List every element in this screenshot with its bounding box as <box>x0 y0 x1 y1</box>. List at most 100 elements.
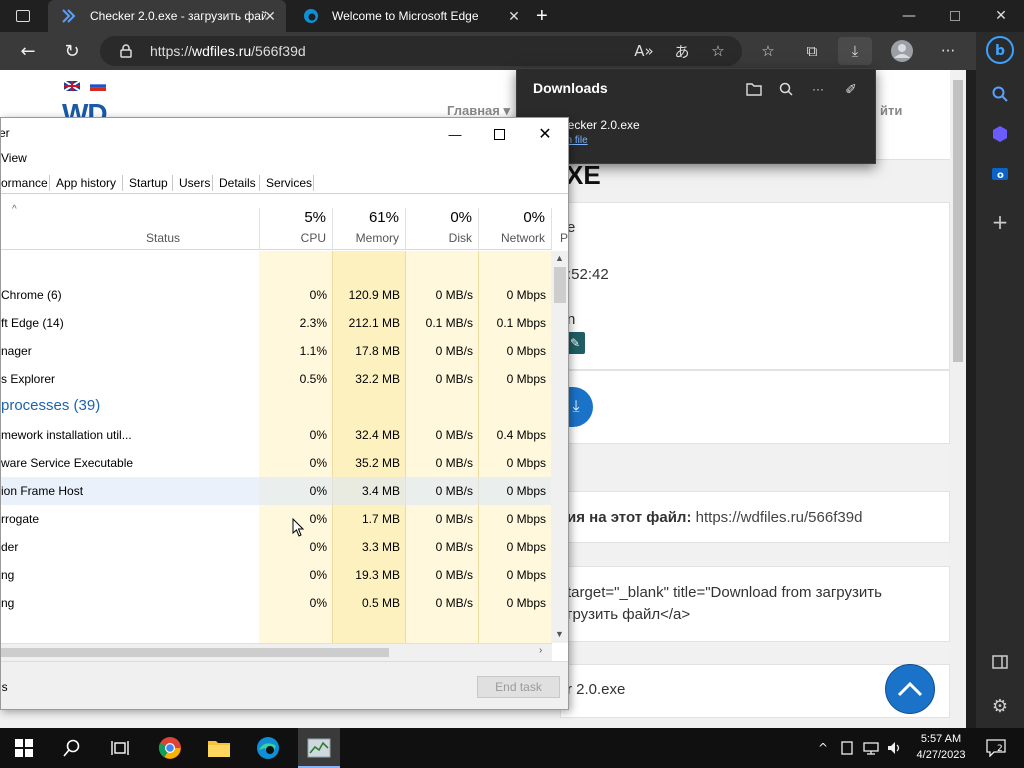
task-view-button[interactable] <box>100 732 140 764</box>
shopping-icon[interactable] <box>986 120 1014 148</box>
memory-percent[interactable]: 61% <box>334 209 399 226</box>
scroll-down-icon[interactable]: ▼ <box>555 629 564 639</box>
tablet-icon[interactable] <box>838 738 856 758</box>
end-task-button[interactable]: End task <box>477 676 560 698</box>
download-file-name[interactable]: hecker 2.0.exe <box>561 118 640 132</box>
search-icon[interactable] <box>986 80 1014 108</box>
scroll-to-top-button[interactable] <box>885 664 935 714</box>
gear-icon[interactable]: ⚙ <box>986 692 1014 720</box>
table-row[interactable] <box>1 253 551 281</box>
file-link-url[interactable]: https://wdfiles.ru/566f39d <box>696 509 863 526</box>
tab-app-history[interactable]: App history <box>56 176 116 190</box>
table-row[interactable]: ware Service Executable 0% 35.2 MB 0 MB/s 0 … <box>1 449 551 477</box>
start-button[interactable] <box>4 732 44 764</box>
tab-close-icon[interactable]: ✕ <box>262 8 278 24</box>
table-row[interactable]: s Explorer 0.5% 32.2 MB 0 MB/s 0 Mbps <box>1 365 551 393</box>
process-name: ng <box>1 568 15 582</box>
column-network[interactable]: Network <box>480 231 545 245</box>
table-row[interactable]: Chrome (6) 0% 120.9 MB 0 MB/s 0 Mbps <box>1 281 551 309</box>
edge-taskbar-button[interactable] <box>248 732 288 764</box>
close-button[interactable]: ✕ <box>535 124 555 144</box>
page-scrollbar[interactable] <box>950 80 966 728</box>
table-row[interactable]: nager 1.1% 17.8 MB 0 MB/s 0 Mbps <box>1 337 551 365</box>
sort-up-icon[interactable]: ^ <box>12 204 17 215</box>
pin-icon[interactable]: ✐ <box>839 77 863 101</box>
clock-time[interactable]: 5:57 AM <box>910 733 972 745</box>
translate-icon[interactable]: あ <box>668 37 696 65</box>
ru-flag-icon[interactable] <box>90 81 106 91</box>
network-percent[interactable]: 0% <box>480 209 545 226</box>
chrome-taskbar-button[interactable] <box>150 732 190 764</box>
scroll-up-icon[interactable]: ▲ <box>555 253 564 263</box>
column-memory[interactable]: Memory <box>334 231 399 245</box>
page-scroll-thumb[interactable] <box>953 80 963 362</box>
minimize-button[interactable]: — <box>886 0 932 32</box>
downloads-button[interactable]: ⤓ <box>838 37 872 65</box>
outlook-icon[interactable]: o <box>986 160 1014 188</box>
tab-startup[interactable]: Startup <box>129 176 168 190</box>
hscroll-thumb[interactable] <box>1 648 389 657</box>
chevron-up-icon[interactable]: ^ <box>814 738 832 758</box>
table-row[interactable]: ng 0% 0.5 MB 0 MB/s 0 Mbps <box>1 589 551 617</box>
process-list-scrollbar[interactable]: ▲ ▼ <box>551 251 568 643</box>
sidebar-toggle-icon[interactable] <box>986 648 1014 676</box>
tab-users[interactable]: Users <box>179 176 210 190</box>
settings-more-icon[interactable]: ··· <box>934 37 962 65</box>
tab-close-icon[interactable]: ✕ <box>506 8 522 24</box>
back-button[interactable]: ← <box>13 37 43 65</box>
tab-edge-welcome[interactable]: Welcome to Microsoft Edge ✕ <box>290 0 530 32</box>
add-favorite-icon[interactable]: ☆ <box>704 37 732 65</box>
column-cpu[interactable]: CPU <box>261 231 326 245</box>
restore-button[interactable] <box>932 0 978 32</box>
volume-icon[interactable] <box>886 738 904 758</box>
table-row[interactable]: rrogate 0% 1.7 MB 0 MB/s 0 Mbps <box>1 505 551 533</box>
table-row[interactable]: ion Frame Host 0% 3.4 MB 0 MB/s 0 Mbps <box>1 477 551 505</box>
column-power[interactable]: P <box>560 231 568 245</box>
table-row[interactable]: der 0% 3.3 MB 0 MB/s 0 Mbps <box>1 533 551 561</box>
bing-chat-icon[interactable]: b <box>986 36 1014 64</box>
new-tab-button[interactable]: + <box>532 0 556 32</box>
close-window-button[interactable]: ✕ <box>978 0 1024 32</box>
folder-icon[interactable] <box>742 77 766 101</box>
disk-percent[interactable]: 0% <box>407 209 472 226</box>
network-icon[interactable] <box>862 738 880 758</box>
uk-flag-icon[interactable] <box>64 81 80 91</box>
scroll-thumb[interactable] <box>554 267 566 303</box>
fewer-details-link[interactable]: ls <box>1 680 8 694</box>
search-icon[interactable] <box>774 77 798 101</box>
html-code-line[interactable]: target="_blank" title="Download from заг… <box>567 584 882 601</box>
table-row[interactable]: mework installation util... 0% 32.4 MB 0 MB… <box>1 421 551 449</box>
cpu-percent[interactable]: 5% <box>261 209 326 226</box>
minimize-button[interactable]: — <box>445 124 465 144</box>
column-status[interactable]: Status <box>146 231 180 245</box>
nav-login-link[interactable]: йти <box>880 103 902 118</box>
menu-view[interactable]: View <box>1 151 27 165</box>
tab-services[interactable]: Services <box>266 176 312 190</box>
collections-icon[interactable]: ⧉ <box>798 37 826 65</box>
process-group-header[interactable]: processes (39) <box>1 393 551 421</box>
process-mem-value: 35.2 MB <box>355 456 400 470</box>
add-sidebar-app-icon[interactable]: + <box>986 208 1014 236</box>
tab-actions-button[interactable] <box>6 0 42 32</box>
search-button[interactable] <box>52 732 92 764</box>
html-code-line[interactable]: грузить файл</a> <box>567 606 690 623</box>
favorites-icon[interactable]: ☆ <box>754 37 782 65</box>
scroll-right-icon[interactable]: › <box>539 645 542 656</box>
read-aloud-icon[interactable]: A» <box>630 37 658 65</box>
address-bar[interactable]: https://wdfiles.ru/566f39d A» あ ☆ <box>100 36 742 66</box>
task-manager-taskbar-button[interactable] <box>299 732 339 764</box>
column-disk[interactable]: Disk <box>407 231 472 245</box>
clock-date[interactable]: 4/27/2023 <box>910 749 972 761</box>
horizontal-scrollbar[interactable]: › <box>1 643 552 661</box>
notifications-button[interactable]: 2 <box>984 738 1008 758</box>
tab-performance[interactable]: ormance <box>1 176 48 190</box>
table-row[interactable]: ng 0% 19.3 MB 0 MB/s 0 Mbps <box>1 561 551 589</box>
refresh-button[interactable]: ↻ <box>57 37 87 65</box>
table-row[interactable]: ft Edge (14) 2.3% 212.1 MB 0.1 MB/s 0.1 Mbps <box>1 309 551 337</box>
maximize-button[interactable] <box>489 124 509 144</box>
file-explorer-taskbar-button[interactable] <box>199 732 239 764</box>
profile-avatar[interactable] <box>888 37 916 65</box>
tab-active-checker[interactable]: Checker 2.0.exe - загрузить файл ✕ <box>48 0 286 32</box>
tab-details[interactable]: Details <box>219 176 256 190</box>
more-options-icon[interactable]: ··· <box>806 77 830 101</box>
